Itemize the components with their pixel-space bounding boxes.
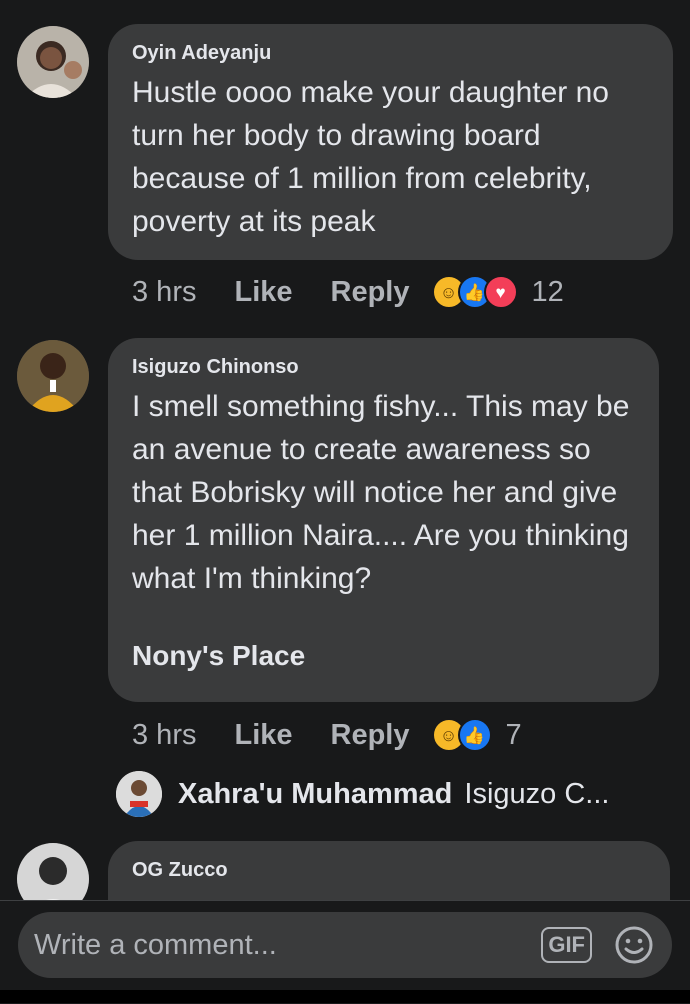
comment-bubble: Oyin Adeyanju Hustle oooo make your daug…: [108, 24, 673, 260]
reply-author[interactable]: Xahra'u Muhammad: [178, 778, 452, 811]
comment-signature: Nony's Place: [132, 640, 306, 671]
comment-bubble: Isiguzo Chinonso I smell something fishy…: [108, 338, 659, 702]
comment-composer[interactable]: Write a comment... GIF: [18, 912, 672, 978]
like-button[interactable]: Like: [234, 276, 292, 309]
reaction-count[interactable]: 12: [532, 276, 564, 309]
comment-actions: 3 hrs Like Reply ☺ 👍 ♥ 12: [132, 275, 564, 309]
comment-author[interactable]: Oyin Adeyanju: [132, 42, 651, 65]
reactions-summary[interactable]: ☺ 👍: [431, 718, 492, 752]
avatar-isiguzo-chinonso[interactable]: [17, 340, 89, 412]
comment-input[interactable]: Write a comment...: [34, 929, 541, 962]
reply-preview[interactable]: Xahra'u Muhammad Isiguzo C...: [116, 771, 609, 817]
comment-text: I smell something fishy... This may be a…: [132, 390, 630, 595]
comment-author[interactable]: OG Zucco: [132, 859, 648, 882]
comment-text: Hustle oooo make your daughter no turn h…: [132, 76, 609, 238]
comment-timestamp[interactable]: 3 hrs: [132, 276, 196, 309]
gif-button[interactable]: GIF: [541, 927, 592, 963]
avatar-oyin-adeyanju[interactable]: [17, 26, 89, 98]
like-button[interactable]: Like: [234, 719, 292, 752]
comment-timestamp[interactable]: 3 hrs: [132, 719, 196, 752]
reply-snippet[interactable]: Isiguzo C...: [464, 778, 609, 811]
comment-actions: 3 hrs Like Reply ☺ 👍 7: [132, 718, 522, 752]
smiley-icon[interactable]: [614, 925, 654, 965]
system-nav-strip: [0, 990, 690, 1003]
reaction-count[interactable]: 7: [506, 719, 522, 752]
like-reaction-icon: 👍: [457, 718, 492, 752]
love-reaction-icon: ♥: [483, 275, 518, 309]
reply-button[interactable]: Reply: [331, 276, 410, 309]
reply-button[interactable]: Reply: [331, 719, 410, 752]
reactions-summary[interactable]: ☺ 👍 ♥: [431, 275, 518, 309]
avatar-xahrau-muhammad[interactable]: [116, 771, 162, 817]
comment-author[interactable]: Isiguzo Chinonso: [132, 356, 637, 379]
